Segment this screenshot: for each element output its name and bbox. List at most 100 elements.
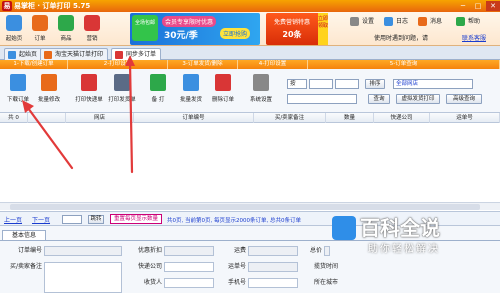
field-total[interactable]	[324, 246, 330, 256]
promo2-side[interactable]: 立即领取	[318, 13, 328, 45]
label-waybill: 运单号	[227, 263, 246, 270]
shop-select[interactable]: 全部网店	[393, 79, 473, 89]
field-freight[interactable]	[248, 246, 298, 256]
print-invoice-button[interactable]: 打印发货单	[107, 72, 137, 110]
col-check	[28, 113, 66, 123]
download-icon	[10, 74, 26, 91]
field-express-company[interactable]	[164, 262, 214, 272]
batch-edit-button[interactable]: 批量修改	[34, 72, 64, 110]
system-settings-button[interactable]: 系统设置	[246, 72, 276, 110]
col-order-no[interactable]: 订单编号	[134, 113, 254, 123]
close-button[interactable]: ✕	[486, 1, 500, 11]
home-button[interactable]: 起始页	[2, 13, 26, 45]
label-discount: 优惠折扣	[137, 247, 162, 254]
detail-tab-basic[interactable]: 基本信息	[2, 230, 46, 240]
home-label: 起始页	[5, 36, 23, 42]
settings-button[interactable]: 设置	[350, 16, 374, 28]
app-logo: 易	[2, 1, 12, 11]
field-mobile[interactable]	[248, 278, 298, 288]
field-receiver[interactable]	[164, 278, 214, 288]
tab-taobao-print[interactable]: 淘宝天猫订单打印	[40, 48, 109, 60]
tab-home-label: 起始页	[19, 51, 38, 58]
orders-label: 订单	[34, 36, 46, 42]
print-express-icon	[81, 74, 97, 91]
date-end-input[interactable]	[335, 79, 359, 89]
step-1[interactable]: 1-下载/创建订单	[0, 60, 68, 69]
page-info: 共0页, 当前第0页, 每页显示2000条订单, 总共0条订单	[167, 218, 301, 224]
promo-banner[interactable]: 全场包邮 会员专享限时优惠 30元/季 立即抢购	[130, 13, 260, 45]
marketing-label: 营销	[86, 36, 98, 42]
home-icon	[8, 51, 16, 59]
batch-edit-icon	[41, 74, 57, 91]
promo-banner-2[interactable]: 免费营销特惠 20条 立即领取	[266, 13, 328, 45]
jump-button[interactable]: 跳转	[88, 215, 104, 224]
settings-icon	[253, 74, 269, 91]
maximize-button[interactable]: □	[471, 1, 485, 11]
horizontal-scrollbar[interactable]	[0, 202, 500, 210]
label-mobile: 手机号	[227, 279, 246, 286]
sync-icon	[115, 51, 123, 59]
col-shop[interactable]: 网店	[66, 113, 134, 123]
reset-page-size-button[interactable]: 重置每页显示数量	[110, 214, 162, 224]
col-waybill[interactable]: 运单号	[430, 113, 500, 123]
print-icon	[44, 51, 52, 59]
field-discount[interactable]	[164, 246, 214, 256]
contact-support-link[interactable]: 联系客服	[462, 33, 486, 42]
goods-label: 商品	[60, 36, 72, 42]
col-remark[interactable]: 买/卖家备注	[254, 113, 326, 123]
note-print-button[interactable]: 备 打	[143, 72, 173, 110]
order-icon	[32, 15, 48, 31]
col-count[interactable]: 共 0	[0, 113, 28, 123]
print-express-button[interactable]: 打印快递单	[74, 72, 104, 110]
minimize-button[interactable]: ─	[456, 1, 470, 11]
home-icon	[6, 15, 22, 31]
field-order-no[interactable]	[44, 246, 122, 256]
gear-icon	[350, 17, 359, 26]
watermark-subtitle: 助你轻松解决	[368, 244, 440, 255]
prev-page-link[interactable]: 上一页	[4, 215, 22, 224]
col-express[interactable]: 快递公司	[374, 113, 430, 123]
log-button[interactable]: 日志	[384, 16, 408, 28]
keyword-input[interactable]	[287, 94, 357, 104]
orders-grid[interactable]: 共 0 网店 订单编号 买/卖家备注 数量 快递公司 运单号	[0, 113, 500, 212]
batch-ship-button[interactable]: 批量发货	[176, 72, 206, 110]
date-start-input[interactable]	[309, 79, 333, 89]
note-print-icon	[150, 74, 166, 91]
delete-orders-button[interactable]: 删除订单	[208, 72, 238, 110]
step-3[interactable]: 3-订单发货/删除	[168, 60, 238, 69]
field-remark[interactable]	[44, 262, 122, 293]
page-number-input[interactable]	[62, 215, 82, 224]
advanced-query-button[interactable]: 高级查询	[446, 94, 482, 104]
col-qty[interactable]: 数量	[326, 113, 374, 123]
label-receiver: 收货人	[143, 279, 162, 286]
note-print-label: 备 打	[151, 97, 165, 103]
system-settings-label: 系统设置	[249, 97, 272, 103]
step-5[interactable]: 5-订单查询	[308, 60, 500, 69]
batch-ship-label: 批量发货	[179, 97, 202, 103]
message-button[interactable]: 消息	[418, 16, 442, 28]
log-label: 日志	[396, 18, 409, 25]
label-city: 所在城市	[313, 279, 338, 286]
message-icon	[418, 17, 427, 26]
promo-price: 30元/季	[164, 31, 198, 41]
time-filter-select[interactable]: 按	[287, 79, 307, 89]
tab-taobao-label: 淘宝天猫订单打印	[55, 51, 104, 58]
promo-cta[interactable]: 立即抢购	[220, 28, 251, 39]
query-button[interactable]: 查询	[368, 94, 390, 104]
goods-button[interactable]: 商品	[54, 13, 78, 45]
help-button[interactable]: 帮助	[456, 16, 480, 28]
step-2[interactable]: 2-打印设置	[68, 60, 168, 69]
field-waybill[interactable]	[248, 262, 298, 272]
orders-button[interactable]: 订单	[28, 13, 52, 45]
watermark: 百科全说 助你轻松解决	[332, 210, 472, 266]
step-4[interactable]: 4-打印设置	[238, 60, 308, 69]
marketing-button[interactable]: 营销	[80, 13, 104, 45]
help-text: 使用时遇到问题，请	[374, 35, 429, 42]
virtual-ship-print-button[interactable]: 虚拟发货打印	[396, 94, 440, 104]
next-page-link[interactable]: 下一页	[32, 215, 50, 224]
tab-home[interactable]: 起始页	[4, 48, 43, 60]
goods-icon	[58, 15, 74, 31]
download-orders-button[interactable]: 下载订单	[3, 72, 33, 110]
print-express-label: 打印快递单	[75, 97, 103, 103]
sort-button[interactable]: 排序	[365, 79, 385, 89]
